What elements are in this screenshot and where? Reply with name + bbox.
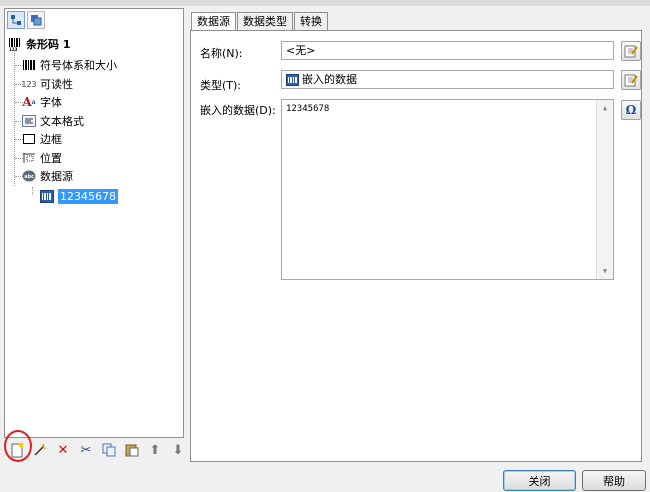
tree-item-label: 可读性 bbox=[40, 78, 73, 91]
scissors-icon: ✂ bbox=[80, 442, 92, 458]
tree-item-datasource[interactable]: abc 数据源 bbox=[22, 167, 73, 185]
move-down-button[interactable]: ⬇ bbox=[169, 441, 187, 459]
help-button[interactable]: 帮助 bbox=[582, 470, 646, 491]
tree-item-readability[interactable]: 123 可读性 bbox=[21, 75, 73, 93]
scroll-down-icon[interactable]: ▼ bbox=[597, 263, 613, 279]
wizard-button[interactable] bbox=[31, 441, 49, 459]
tree-item-position[interactable]: 位置 bbox=[22, 149, 62, 167]
top-edge bbox=[0, 0, 650, 6]
svg-text:abc: abc bbox=[24, 174, 34, 180]
cut-button[interactable]: ✂ bbox=[77, 441, 95, 459]
embedded-data-icon bbox=[286, 73, 299, 86]
tree-item-font[interactable]: Aa 字体 bbox=[22, 93, 62, 111]
move-up-button[interactable]: ⬆ bbox=[146, 441, 164, 459]
barcode-icon: 123 bbox=[8, 37, 22, 51]
tree-root-label: 条形码 1 bbox=[26, 38, 71, 51]
tab-data-type[interactable]: 数据类型 bbox=[237, 12, 293, 30]
list-view-button[interactable] bbox=[27, 11, 45, 29]
scroll-up-icon[interactable]: ▲ bbox=[597, 100, 613, 116]
copy-icon bbox=[102, 443, 116, 457]
tree-guide-leaf bbox=[32, 187, 33, 195]
textarea-scrollbar[interactable]: ▲ ▼ bbox=[596, 100, 613, 279]
tree-item-label: 字体 bbox=[40, 96, 62, 109]
close-button[interactable]: 关闭 bbox=[503, 470, 576, 491]
name-label: 名称(N): bbox=[200, 47, 243, 60]
tree-root[interactable]: 123 条形码 1 bbox=[8, 35, 70, 53]
tree-toolbar: ✕ ✂ ⬆ ⬇ bbox=[8, 440, 187, 460]
datasource-icon: abc bbox=[22, 169, 36, 183]
tree-item-symbology[interactable]: 符号体系和大小 bbox=[22, 56, 117, 74]
embedded-data-textarea[interactable]: 12345678 ▲ ▼ bbox=[281, 99, 614, 280]
tree-item-label: 位置 bbox=[40, 152, 62, 165]
name-edit-button[interactable] bbox=[621, 41, 641, 61]
magic-wand-icon bbox=[34, 444, 46, 456]
embedded-data-label: 嵌入的数据(D): bbox=[200, 104, 276, 117]
tree-leaf-label: 12345678 bbox=[58, 188, 118, 204]
type-field[interactable]: 嵌入的数据 bbox=[281, 70, 614, 89]
embedded-data-value: 12345678 bbox=[286, 104, 330, 114]
tree-item-text-format[interactable]: 文本格式 bbox=[22, 112, 84, 130]
omega-icon: Ω bbox=[625, 103, 637, 117]
edit-document-icon bbox=[624, 45, 638, 58]
text-format-icon bbox=[22, 114, 36, 128]
border-icon bbox=[22, 132, 36, 146]
paste-icon bbox=[125, 444, 139, 457]
tab-transform[interactable]: 转换 bbox=[294, 12, 328, 30]
tree-guide bbox=[14, 50, 15, 186]
tree-view-icon bbox=[11, 15, 21, 25]
barcode-icon bbox=[22, 58, 36, 72]
tree-leaf-embedded-data[interactable]: 12345678 bbox=[40, 187, 118, 205]
edit-document-icon bbox=[624, 74, 638, 87]
name-field[interactable]: <无> bbox=[281, 41, 614, 60]
embedded-data-icon bbox=[40, 189, 54, 203]
tree-item-label: 边框 bbox=[40, 133, 62, 146]
tree-item-label: 文本格式 bbox=[40, 115, 84, 128]
position-icon bbox=[22, 151, 36, 165]
copy-button[interactable] bbox=[100, 441, 118, 459]
tab-datasource[interactable]: 数据源 bbox=[191, 12, 236, 31]
delete-x-icon: ✕ bbox=[57, 442, 69, 458]
tree-view-button[interactable] bbox=[7, 11, 25, 29]
paste-button[interactable] bbox=[123, 441, 141, 459]
arrow-down-icon: ⬇ bbox=[172, 442, 184, 458]
tree-item-border[interactable]: 边框 bbox=[22, 130, 62, 148]
type-value: 嵌入的数据 bbox=[302, 73, 357, 86]
list-view-icon bbox=[31, 15, 42, 26]
tab-strip: 数据源 数据类型 转换 bbox=[191, 12, 328, 31]
arrow-up-icon: ⬆ bbox=[149, 442, 161, 458]
tree-item-label: 符号体系和大小 bbox=[40, 59, 117, 72]
type-label: 类型(T): bbox=[200, 79, 242, 92]
highlight-circle-annotation bbox=[4, 430, 32, 462]
insert-special-char-button[interactable]: Ω bbox=[621, 100, 641, 120]
readable-123-icon: 123 bbox=[21, 79, 37, 89]
type-edit-button[interactable] bbox=[621, 70, 641, 90]
font-icon: Aa bbox=[22, 95, 36, 109]
tree-item-label: 数据源 bbox=[40, 170, 73, 183]
delete-button[interactable]: ✕ bbox=[54, 441, 72, 459]
view-toggle bbox=[7, 11, 45, 29]
